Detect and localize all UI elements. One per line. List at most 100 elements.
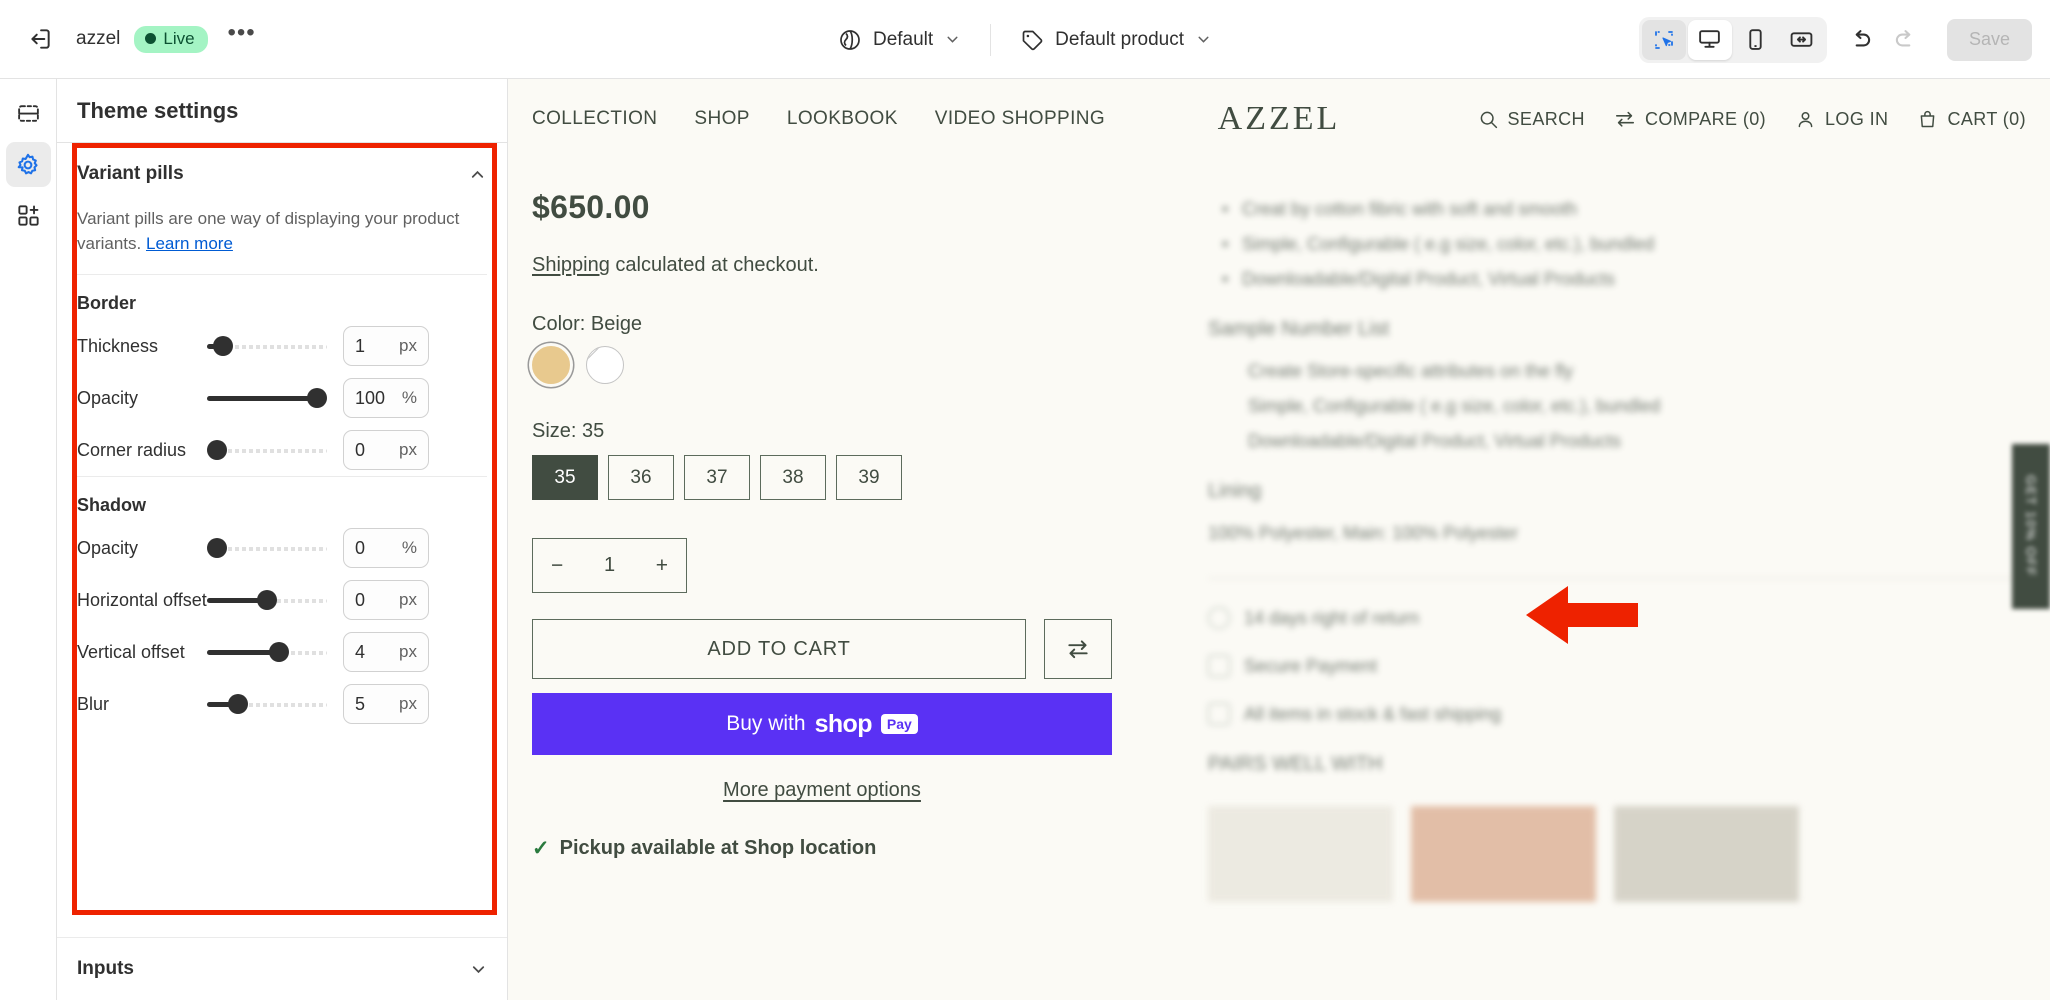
sections-icon[interactable] [6,91,51,136]
feature-row: Secure Payment [1208,655,2028,677]
slider-thumb[interactable] [207,440,227,461]
shadow-opacity-input[interactable]: 0 % [343,528,429,569]
more-payment-options-link[interactable]: More payment options [532,779,1112,802]
corner-radius-slider[interactable] [207,440,327,461]
theme-selector[interactable]: Default [825,19,974,61]
nav-video-shopping[interactable]: VIDEO SHOPPING [935,108,1105,130]
border-group: Border Thickness 1 px Opacity 100 % Corn… [57,275,507,476]
status-badge: Live [134,25,208,53]
border-thickness-input[interactable]: 1 px [343,326,429,367]
admin-top-bar: azzel Live ••• Default Default product S… [0,0,2050,79]
exit-icon[interactable] [18,17,62,61]
inspect-icon[interactable] [1641,19,1686,60]
compare-button[interactable]: COMPARE (0) [1614,108,1766,130]
chevron-up-icon[interactable] [468,165,487,184]
variant-pills-header[interactable]: Variant pills [77,143,487,205]
related-product-thumb[interactable] [1208,806,1393,902]
list-item: Simple, Configurable ( e.g size, color, … [1222,234,2028,255]
cart-button[interactable]: CART (0) [1917,109,2026,130]
size-option-label: Size: 35 [532,420,605,442]
blur-input[interactable]: 5 px [343,684,429,725]
unit: px [399,642,417,662]
gear-icon[interactable] [5,142,51,187]
quantity-increase-button[interactable]: + [656,554,668,578]
view-mode-group [1638,16,1827,63]
add-to-compare-button[interactable] [1044,619,1112,679]
related-product-thumb[interactable] [1614,806,1799,902]
size-pill-35[interactable]: 35 [532,455,598,500]
slider-thumb[interactable] [307,388,327,409]
search-label: SEARCH [1507,108,1585,129]
slider-thumb[interactable] [257,590,277,611]
nav-shop[interactable]: SHOP [694,108,749,130]
horizontal-offset-label: Horizontal offset [77,589,207,610]
buy-with-shop-pay-button[interactable]: Buy with shop Pay [532,693,1112,755]
nav-lookbook[interactable]: LOOKBOOK [787,108,898,130]
vertical-offset-input[interactable]: 4 px [343,632,429,673]
value: 4 [355,641,366,662]
value: 1 [355,335,366,356]
slider-thumb[interactable] [228,694,248,715]
related-product-thumb[interactable] [1411,806,1596,902]
list-item: Downloadable/Digital Product, Virtual Pr… [1222,269,2028,290]
search-button[interactable]: SEARCH [1478,109,1585,130]
quantity-value[interactable]: 1 [604,554,615,577]
value: 5 [355,693,366,714]
learn-more-link[interactable]: Learn more [146,234,233,253]
unavailable-swatch[interactable] [586,346,624,384]
horizontal-offset-slider[interactable] [207,590,327,611]
apps-add-icon[interactable] [6,193,51,238]
pickup-text: Pickup available at Shop location [559,837,877,859]
list-item: Simple, Configurable ( e.g size, color, … [1248,396,1661,416]
slider-thumb[interactable] [213,336,233,357]
horizontal-offset-row: Horizontal offset 0 px [77,574,487,626]
border-group-label: Border [77,293,137,314]
corner-radius-input[interactable]: 0 px [343,430,429,471]
fullwidth-icon[interactable] [1780,20,1824,60]
unit: px [399,694,417,714]
promo-side-tab[interactable]: GET 10% OFF [2012,444,2050,609]
lining-text: 100% Polyester, Main: 100% Polyester [1208,523,1519,543]
add-to-cart-button[interactable]: ADD TO CART [532,619,1026,679]
chevron-down-icon [947,36,958,43]
border-thickness-slider[interactable] [207,336,327,357]
save-button[interactable]: Save [1946,18,2032,61]
divider [990,23,992,56]
globe-icon [840,29,860,50]
tag-icon [1022,30,1043,50]
more-options-button[interactable]: ••• [220,17,264,61]
feature-text: All items in stock & fast shipping [1244,703,1502,724]
shadow-opacity-slider[interactable] [207,538,327,559]
store-logo[interactable]: AZZEL [1218,100,1341,138]
size-pill-36[interactable]: 36 [608,455,674,500]
vertical-offset-slider[interactable] [207,642,327,663]
template-selector[interactable]: Default product [1007,19,1225,61]
nav-collection[interactable]: COLLECTION [532,108,657,130]
size-pill-39[interactable]: 39 [836,455,902,500]
horizontal-offset-input[interactable]: 0 px [343,580,429,621]
live-dot-icon [145,33,157,44]
border-opacity-slider[interactable] [207,388,327,409]
beige-swatch[interactable] [532,346,570,384]
topbar-left-group: azzel Live ••• [0,17,264,61]
blur-slider[interactable] [207,694,327,715]
chevron-down-icon[interactable] [469,960,488,979]
slider-thumb[interactable] [207,538,227,559]
slider-thumb[interactable] [269,642,289,663]
search-icon [1480,111,1497,128]
chevron-down-icon [1198,36,1209,43]
size-pill-37[interactable]: 37 [684,455,750,500]
undo-icon[interactable] [1839,18,1883,62]
border-thickness-row: Thickness 1 px [77,320,487,372]
login-button[interactable]: LOG IN [1795,109,1888,130]
size-pill-38[interactable]: 38 [760,455,826,500]
mobile-icon[interactable] [1734,20,1778,60]
desktop-icon[interactable] [1687,19,1732,60]
quantity-decrease-button[interactable]: − [551,554,563,578]
product-price: $650.00 [532,189,650,225]
inputs-section-header[interactable]: Inputs [57,938,507,1000]
shipping-link[interactable]: Shipping [532,254,610,276]
border-opacity-input[interactable]: 100 % [343,378,429,419]
shoppay-prefix: Buy with [726,712,806,735]
list-item: Create Store-specific attributes on the … [1248,361,1574,381]
